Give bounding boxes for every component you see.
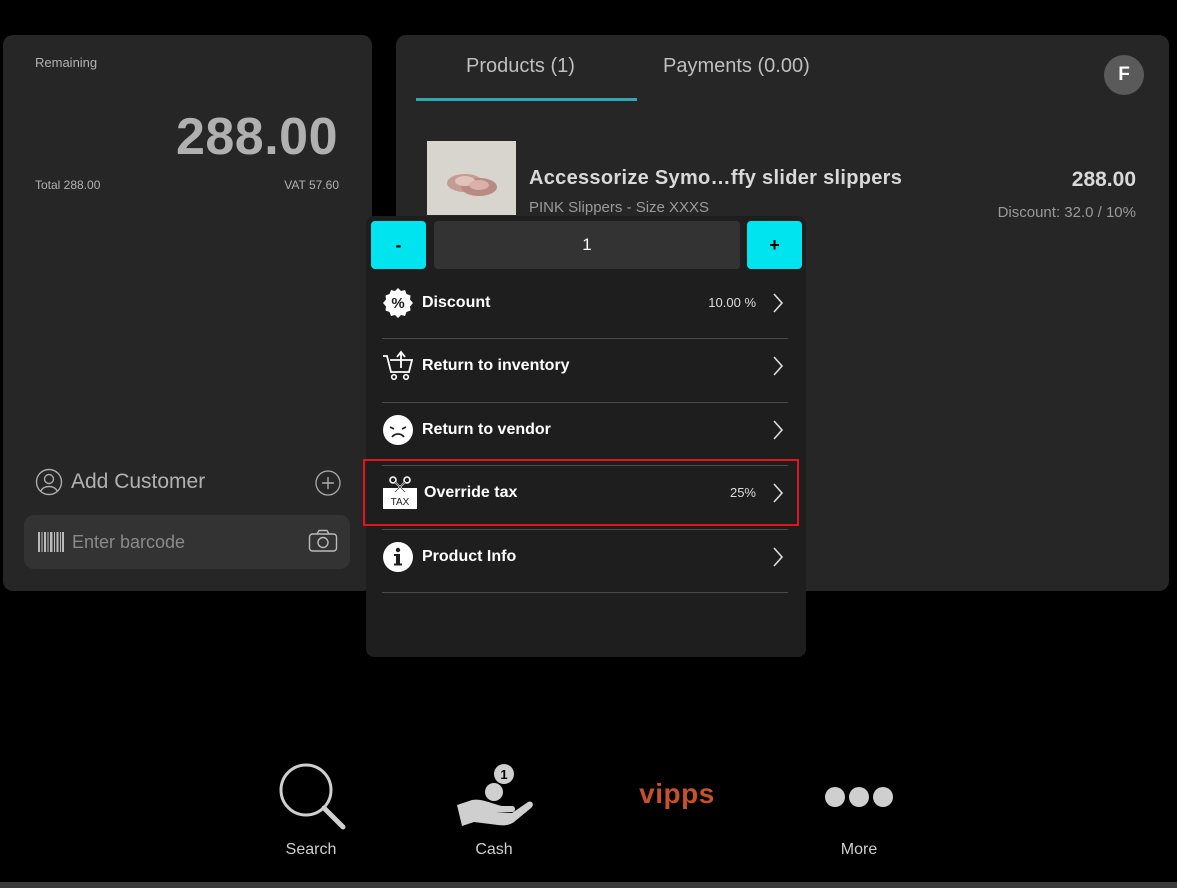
vat-label: VAT 57.60	[284, 178, 339, 192]
cash-label: Cash	[475, 841, 513, 858]
total-label: Total 288.00	[35, 178, 101, 192]
more-button[interactable]: More	[820, 760, 898, 859]
svg-text:%: %	[391, 295, 404, 312]
slipper-image	[427, 141, 516, 215]
add-customer-button[interactable]: Add Customer	[35, 467, 341, 497]
percent-badge-icon: %	[382, 287, 414, 319]
menu-item-discount[interactable]: % Discount 10.00 %	[382, 271, 788, 334]
quantity-decrease-button[interactable]: -	[371, 221, 426, 269]
remaining-label: Remaining	[35, 55, 98, 70]
discount-value: 10.00 %	[708, 295, 756, 310]
vipps-logo: vipps	[639, 778, 715, 809]
more-label: More	[840, 841, 878, 858]
active-tab-indicator	[416, 98, 637, 101]
menu-item-return-to-vendor[interactable]: Return to vendor	[382, 398, 788, 461]
barcode-field[interactable]	[24, 515, 350, 569]
sad-face-icon	[382, 414, 414, 446]
divider	[382, 592, 788, 593]
barcode-icon	[38, 532, 64, 552]
chevron-right-icon	[773, 293, 784, 313]
tab-payments[interactable]: Payments (0.00)	[663, 55, 810, 78]
chevron-right-icon	[773, 547, 784, 567]
menu-item-return-to-inventory[interactable]: Return to inventory	[382, 334, 788, 397]
svg-text:1: 1	[500, 767, 507, 782]
cash-hand-icon: 1	[457, 764, 533, 826]
menu-item-label: Return to vendor	[422, 420, 551, 438]
product-discount: Discount: 32.0 / 10%	[997, 204, 1136, 221]
search-label: Search	[285, 841, 337, 858]
menu-item-label: Discount	[422, 293, 491, 311]
product-image	[427, 141, 516, 215]
cart-summary-panel: Remaining 288.00 Total 288.00 VAT 57.60 …	[3, 35, 372, 591]
remaining-amount: 288.00	[175, 108, 338, 166]
product-price: 288.00	[1071, 168, 1136, 191]
quantity-increase-button[interactable]: +	[747, 221, 802, 269]
camera-icon[interactable]	[308, 529, 338, 553]
more-dots-icon	[825, 787, 893, 807]
quantity-field[interactable]: 1	[434, 221, 740, 269]
user-icon	[35, 468, 63, 496]
menu-item-label: Product Info	[422, 547, 517, 565]
barcode-input[interactable]	[70, 530, 294, 554]
product-actions-popup: - 1 + % Discount 10.00 % Return to inven…	[366, 216, 806, 657]
chevron-right-icon	[773, 356, 784, 376]
product-name[interactable]: Accessorize Symo…ffy slider slippers	[529, 167, 902, 190]
chevron-right-icon	[773, 420, 784, 440]
search-button[interactable]: Search	[270, 760, 352, 859]
info-icon	[382, 541, 414, 573]
bottom-edge-bar	[0, 882, 1177, 888]
cash-button[interactable]: 1 Cash	[452, 760, 536, 859]
product-variant: PINK Slippers - Size XXXS	[529, 199, 710, 216]
menu-item-product-info[interactable]: Product Info	[382, 525, 788, 588]
cart-return-icon	[382, 350, 414, 382]
vipps-button[interactable]: vipps	[628, 778, 726, 810]
plus-circle-icon[interactable]	[315, 470, 341, 496]
avatar[interactable]: F	[1104, 55, 1144, 95]
search-icon	[279, 763, 346, 830]
add-customer-label: Add Customer	[71, 470, 206, 493]
override-tax-highlight	[363, 459, 799, 526]
menu-item-label: Return to inventory	[422, 356, 570, 374]
tab-products[interactable]: Products (1)	[466, 55, 575, 78]
